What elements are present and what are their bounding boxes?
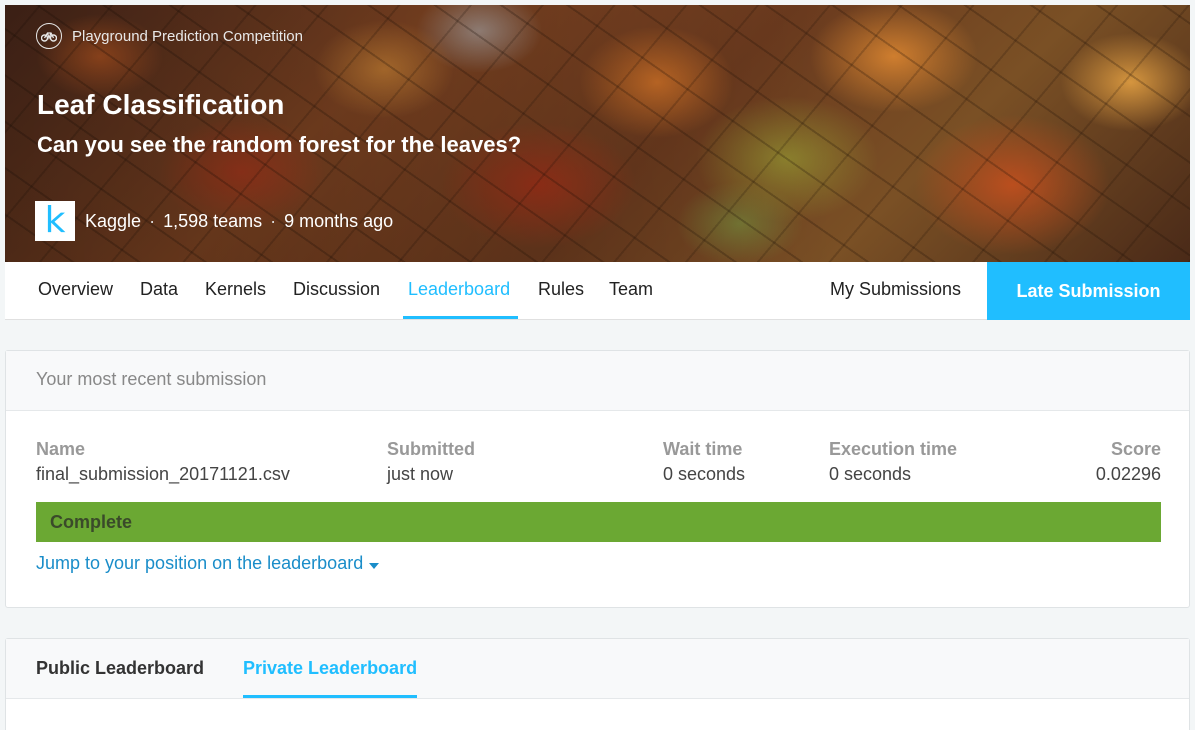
tab-private-leaderboard[interactable]: Private Leaderboard	[243, 639, 417, 697]
tab-public-leaderboard[interactable]: Public Leaderboard	[36, 639, 204, 697]
kaggle-logo-icon[interactable]: k	[35, 201, 75, 241]
execution-time-header: Execution time	[829, 439, 958, 459]
execution-time-column: Execution time 0 seconds	[829, 439, 957, 485]
recent-submission-header: Your most recent submission	[6, 351, 1189, 411]
score-value: 0.02296	[1095, 464, 1161, 484]
tab-overview[interactable]: Overview	[38, 262, 113, 319]
submission-details: Name final_submission_20171121.csv Submi…	[36, 439, 1161, 489]
score-column: Score 0.02296	[1096, 439, 1161, 485]
caret-down-icon[interactable]	[369, 553, 380, 574]
tab-kernels[interactable]: Kernels	[205, 262, 266, 319]
submission-status-bar: Complete	[36, 502, 1161, 542]
leaderboard-tabs: Public Leaderboard Private Leaderboard	[6, 639, 1189, 699]
competition-title: Leaf Classification	[37, 89, 285, 120]
submitted-column: Submitted just now	[387, 439, 475, 485]
score-header: Score	[1110, 439, 1161, 459]
submitted-header: Submitted	[387, 439, 475, 459]
name-header: Name	[36, 439, 86, 459]
bicycle-icon	[36, 23, 62, 49]
submitted-value: just now	[387, 464, 454, 484]
wait-time-column: Wait time 0 seconds	[663, 439, 745, 485]
wait-time-header: Wait time	[663, 439, 743, 459]
meta-separator: ·	[270, 210, 277, 231]
execution-time-value: 0 seconds	[829, 464, 912, 484]
host-name[interactable]: Kaggle	[85, 211, 141, 232]
jump-to-position-link[interactable]: Jump to your position on the leaderboard	[36, 553, 380, 574]
leaderboard-card: Public Leaderboard Private Leaderboard	[5, 638, 1190, 730]
submission-filename: final_submission_20171121.csv	[36, 464, 290, 484]
competition-header: Playground Prediction Competition Leaf C…	[5, 5, 1190, 262]
competition-nav: Overview Data Kernels Discussion Leaderb…	[5, 262, 1190, 320]
tab-leaderboard[interactable]: Leaderboard	[403, 262, 518, 319]
time-ago: 9 months ago	[284, 210, 394, 231]
team-count[interactable]: 1,598 teams	[163, 211, 262, 232]
late-submission-button[interactable]: Late Submission	[987, 262, 1190, 320]
competition-type: Playground Prediction Competition	[36, 23, 303, 49]
tab-discussion[interactable]: Discussion	[293, 262, 380, 319]
jump-link-label[interactable]: Jump to your position on the leaderboard	[36, 553, 363, 574]
my-submissions-link[interactable]: My Submissions	[830, 262, 961, 319]
tab-rules[interactable]: Rules	[538, 262, 584, 319]
competition-subtitle: Can you see the random forest for the le…	[37, 132, 522, 157]
tab-data[interactable]: Data	[140, 262, 178, 319]
name-column: Name final_submission_20171121.csv	[36, 439, 290, 485]
tab-team[interactable]: Team	[609, 262, 653, 319]
competition-type-label: Playground Prediction Competition	[72, 27, 303, 45]
meta-separator: ·	[149, 210, 156, 231]
recent-submission-card: Your most recent submission Name final_s…	[5, 350, 1190, 608]
page: Playground Prediction Competition Leaf C…	[0, 0, 1195, 730]
active-tab-indicator	[243, 695, 417, 698]
competition-meta: k Kaggle · 1,598 teams · 9 months ago	[35, 201, 393, 241]
wait-time-value: 0 seconds	[663, 464, 746, 484]
